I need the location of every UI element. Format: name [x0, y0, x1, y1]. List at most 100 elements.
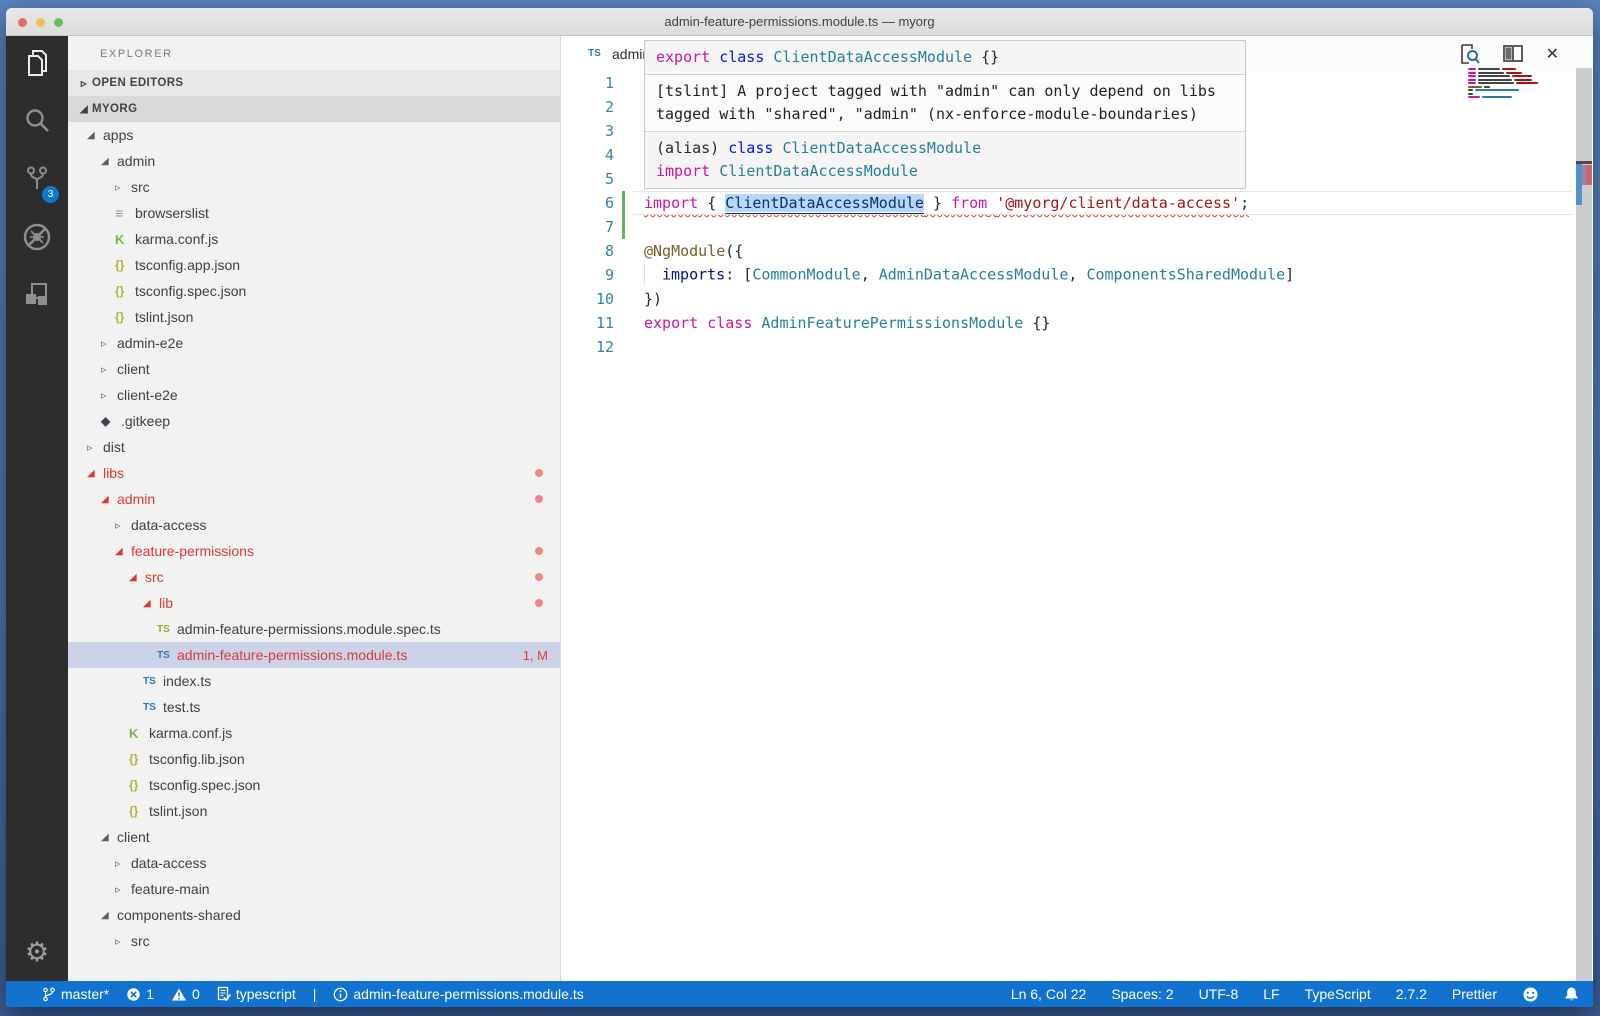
twisty-expanded-icon: ◢	[115, 546, 131, 557]
tree-item-tsconfig-app-json[interactable]: {}tsconfig.app.json	[68, 252, 560, 278]
status-lf[interactable]: LF	[1263, 986, 1279, 1002]
title-bar: admin-feature-permissions.module.ts — my…	[6, 8, 1593, 36]
workspace-root-section[interactable]: ◢ MYORG	[68, 96, 560, 122]
tooltip-alias-line: (alias) class ClientDataAccessModule	[656, 137, 1234, 160]
status-warning[interactable]: 0	[171, 986, 200, 1002]
error-dot-badge	[535, 495, 543, 503]
tree-item-tslint-json[interactable]: {}tslint.json	[68, 304, 560, 330]
minimap-line	[1468, 75, 1560, 77]
status-error[interactable]: 1	[126, 986, 154, 1002]
tree-item-feature-main[interactable]: ▹feature-main	[68, 876, 560, 902]
tree-item-data-access[interactable]: ▹data-access	[68, 512, 560, 538]
tree-item-src[interactable]: ▹src	[68, 174, 560, 200]
code-line-11[interactable]: 11export class AdminFeaturePermissionsMo…	[561, 311, 1593, 335]
tree-item-index-ts[interactable]: TSindex.ts	[68, 668, 560, 694]
tree-item-admin[interactable]: ◢admin	[68, 486, 560, 512]
activitybar-item-debug-disabled[interactable]	[6, 210, 68, 268]
tree-item-tsconfig-lib-json[interactable]: {}tsconfig.lib.json	[68, 746, 560, 772]
window-title: admin-feature-permissions.module.ts — my…	[6, 8, 1593, 36]
tree-item-gitkeep[interactable]: ◆.gitkeep	[68, 408, 560, 434]
tree-item-browserslist[interactable]: ≡browserslist	[68, 200, 560, 226]
explorer-sidebar: EXPLORER ▹ OPEN EDITORS ◢ MYORG ◢apps◢ad…	[68, 36, 561, 981]
chevron-right-icon: ▹	[76, 76, 92, 90]
minimap-line	[1468, 79, 1560, 81]
twisty-expanded-icon: ◢	[101, 494, 117, 505]
tree-item-libs[interactable]: ◢libs	[68, 460, 560, 486]
feedback-icon	[1522, 986, 1539, 1003]
activitybar-item-source-control[interactable]: 3	[6, 152, 68, 210]
tree-item-client[interactable]: ▹client	[68, 356, 560, 382]
status-task[interactable]: typescript	[217, 986, 296, 1002]
tree-item-src[interactable]: ◢src	[68, 564, 560, 590]
code-line-10[interactable]: 10})	[561, 287, 1593, 311]
tree-item-admin-e2e[interactable]: ▹admin-e2e	[68, 330, 560, 356]
status-2-7-2[interactable]: 2.7.2	[1396, 986, 1427, 1002]
close-icon[interactable]: ✕	[1546, 44, 1559, 64]
error-icon	[126, 987, 141, 1002]
twisty-expanded-icon: ◢	[143, 598, 159, 609]
error-dot-badge	[535, 599, 543, 607]
json-file-icon: {}	[129, 778, 149, 792]
tree-item-karma-conf-js[interactable]: Kkarma.conf.js	[68, 720, 560, 746]
tree-item-admin[interactable]: ◢admin	[68, 148, 560, 174]
tree-item-tsconfig-spec-json[interactable]: {}tsconfig.spec.json	[68, 278, 560, 304]
status-prettier[interactable]: Prettier	[1452, 986, 1497, 1002]
status-bell[interactable]	[1564, 986, 1579, 1002]
twisty-collapsed-icon: ▹	[87, 441, 103, 454]
minimap-line	[1468, 89, 1560, 91]
status-typescript[interactable]: TypeScript	[1305, 986, 1371, 1002]
tree-item-label: dist	[103, 439, 125, 455]
tree-item-admin-feature-permissions-module-spec-ts[interactable]: TSadmin-feature-permissions.module.spec.…	[68, 616, 560, 642]
tree-item-dist[interactable]: ▹dist	[68, 434, 560, 460]
tree-item-test-ts[interactable]: TStest.ts	[68, 694, 560, 720]
status-branch[interactable]: master*	[42, 986, 109, 1002]
tree-item-src[interactable]: ▹src	[68, 928, 560, 954]
tree-item-components-shared[interactable]: ◢components-shared	[68, 902, 560, 928]
tree-item-label: admin	[117, 491, 155, 507]
tree-item-feature-permissions[interactable]: ◢feature-permissions	[68, 538, 560, 564]
minimap[interactable]	[1468, 68, 1560, 100]
status-info[interactable]: admin-feature-permissions.module.ts	[333, 986, 583, 1002]
tree-item-label: admin-feature-permissions.module.spec.ts	[177, 621, 441, 637]
activitybar-item-extensions[interactable]	[6, 268, 68, 326]
activitybar-item-search[interactable]	[6, 94, 68, 152]
activitybar-item-settings-gear[interactable]: ⚙	[6, 923, 68, 981]
tree-item-label: src	[145, 569, 164, 585]
tree-item-tslint-json[interactable]: {}tslint.json	[68, 798, 560, 824]
activitybar-item-explorer[interactable]	[6, 36, 68, 94]
tree-item-client-e2e[interactable]: ▹client-e2e	[68, 382, 560, 408]
open-editors-section[interactable]: ▹ OPEN EDITORS	[68, 70, 560, 96]
status-ln-6-col-22[interactable]: Ln 6, Col 22	[1011, 986, 1087, 1002]
tree-item-label: tsconfig.spec.json	[149, 777, 260, 793]
code-line-12[interactable]: 12	[561, 335, 1593, 359]
tree-item-label: client	[117, 829, 150, 845]
tree-item-label: feature-permissions	[131, 543, 254, 559]
code-line-8[interactable]: 8@NgModule({	[561, 239, 1593, 263]
status-spaces-2[interactable]: Spaces: 2	[1111, 986, 1173, 1002]
tree-item-apps[interactable]: ◢apps	[68, 122, 560, 148]
chevron-expanded-icon: ◢	[76, 104, 92, 115]
status-feedback[interactable]	[1522, 986, 1539, 1003]
code-line-7[interactable]: 7	[561, 215, 1593, 239]
tree-item-client[interactable]: ◢client	[68, 824, 560, 850]
tree-item-admin-feature-permissions-module-ts[interactable]: TSadmin-feature-permissions.module.ts1, …	[68, 642, 560, 668]
tree-item-label: client-e2e	[117, 387, 178, 403]
tree-item-lib[interactable]: ◢lib	[68, 590, 560, 616]
twisty-collapsed-icon: ▹	[115, 883, 131, 896]
split-editor-icon[interactable]	[1502, 43, 1524, 65]
tree-item-data-access[interactable]: ▹data-access	[68, 850, 560, 876]
tree-item-tsconfig-spec-json[interactable]: {}tsconfig.spec.json	[68, 772, 560, 798]
code-line-6[interactable]: 6import { ClientDataAccessModule } from …	[561, 191, 1593, 215]
error-dot-badge	[535, 469, 543, 477]
typescript-file-icon: TS	[143, 702, 163, 713]
open-preview-icon[interactable]	[1458, 43, 1480, 65]
tooltip-message-line: [tslint] A project tagged with "admin" c…	[656, 80, 1234, 103]
tree-item-karma-conf-js[interactable]: Kkarma.conf.js	[68, 226, 560, 252]
line-number: 12	[561, 338, 614, 356]
code-line-9[interactable]: 9imports: [CommonModule, AdminDataAccess…	[561, 263, 1593, 287]
scrollbar-overview-ruler[interactable]	[1576, 68, 1592, 981]
karma-file-icon: K	[129, 726, 149, 741]
status-utf-8[interactable]: UTF-8	[1199, 986, 1239, 1002]
line-number: 2	[561, 98, 614, 116]
line-number: 7	[561, 218, 614, 236]
